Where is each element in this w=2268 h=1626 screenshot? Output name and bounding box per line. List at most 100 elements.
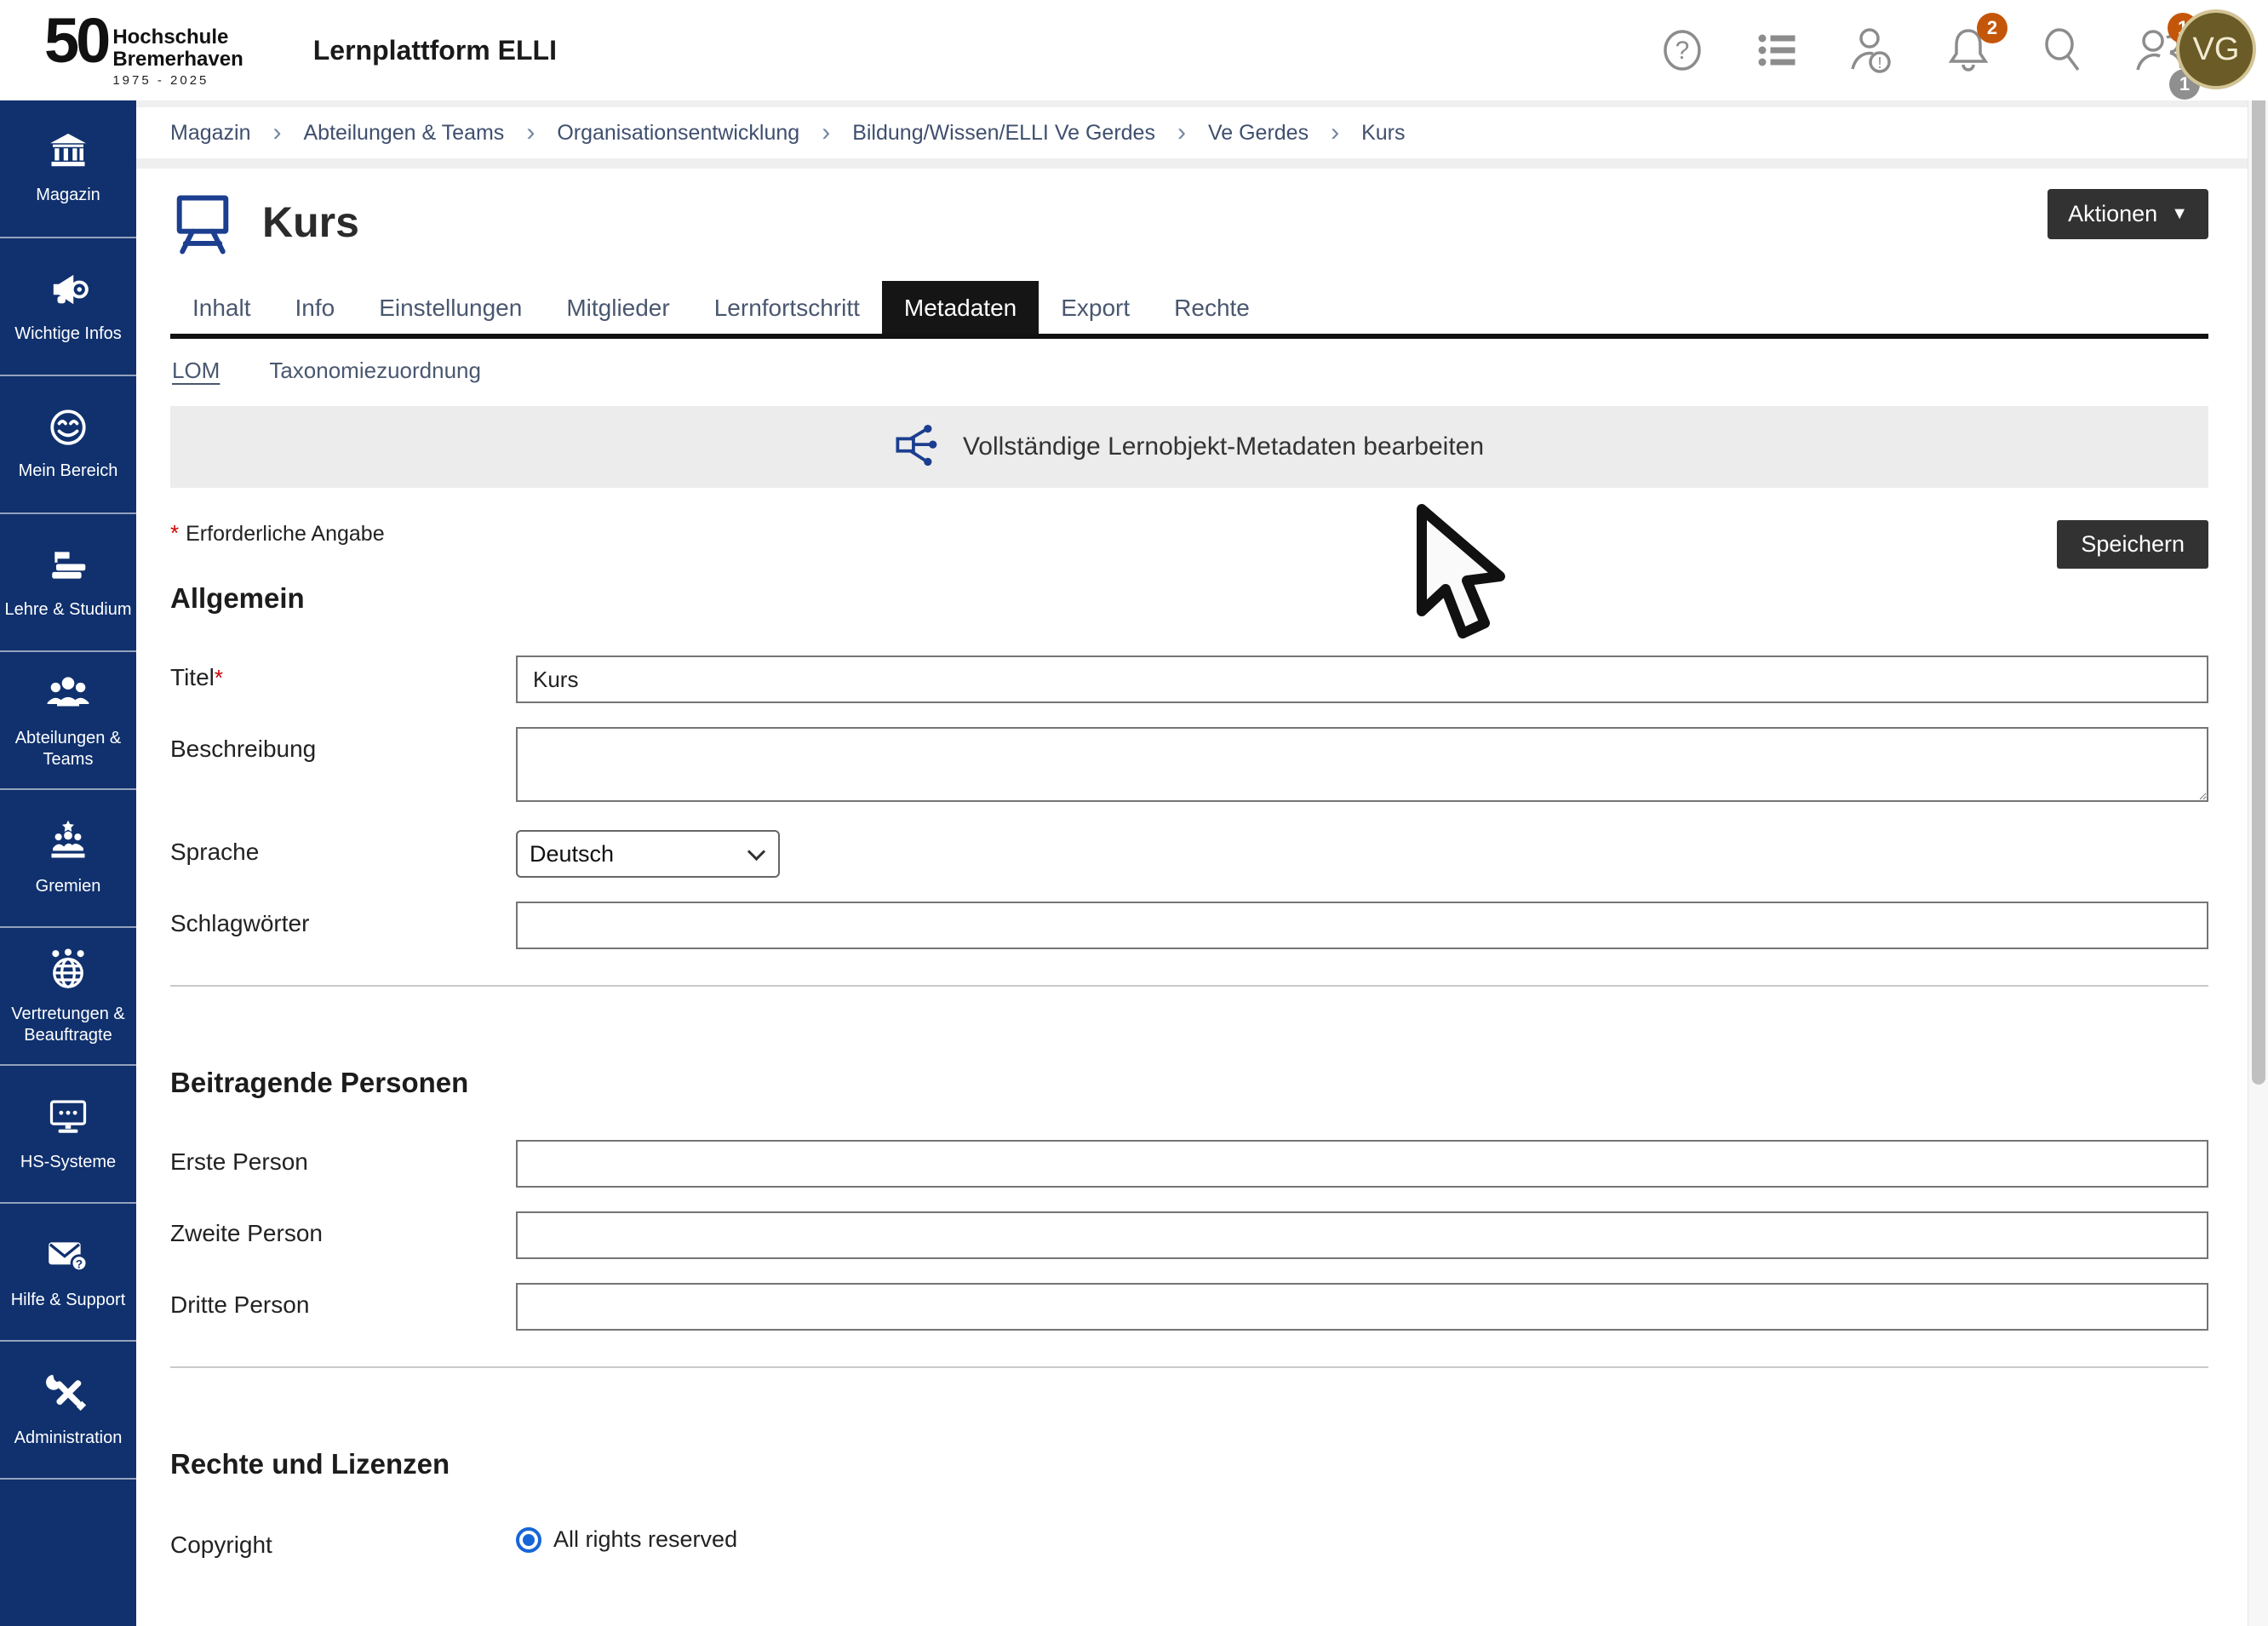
sidebar-item-mein-bereich[interactable]: Mein Bereich [0, 376, 136, 514]
course-board-icon [170, 190, 235, 255]
sidebar-item-label: Administration [14, 1428, 123, 1449]
notifications-bell-icon[interactable]: 2 [1941, 23, 1996, 77]
tools-icon [46, 1371, 90, 1419]
required-asterisk: * [170, 520, 179, 546]
page-title: Kurs [262, 198, 359, 247]
sidebar-item-administration[interactable]: Administration [0, 1342, 136, 1480]
megaphone-icon [47, 268, 89, 315]
scrollbar-track[interactable] [2248, 0, 2268, 1626]
sidebar-item-hilfe-support[interactable]: ? Hilfe & Support [0, 1204, 136, 1342]
breadcrumb-separator: › [273, 118, 282, 147]
svg-text:!: ! [1877, 54, 1881, 72]
tab-einstellungen[interactable]: Einstellungen [357, 281, 544, 334]
sidebar-item-label: Magazin [36, 185, 100, 206]
actions-button[interactable]: Aktionen ▼ [2048, 189, 2208, 239]
sidebar-item-label: Gremien [36, 876, 101, 897]
help-icon[interactable]: ? [1655, 23, 1710, 77]
building-icon [48, 131, 89, 176]
copyright-option-label: All rights reserved [553, 1526, 737, 1553]
tab-rechte[interactable]: Rechte [1152, 281, 1272, 334]
sidebar-item-hs-systeme[interactable]: HS-Systeme [0, 1066, 136, 1204]
language-field-label: Sprache [170, 830, 516, 878]
smiley-icon [48, 407, 89, 452]
sidebar-item-abteilungen-teams[interactable]: Abteilungen & Teams [0, 652, 136, 790]
sidebar-item-label: Mein Bereich [19, 461, 118, 482]
breadcrumb-item-kurs[interactable]: Kurs [1361, 121, 1405, 146]
sidebar-item-label: Vertretungen & Beauftragte [3, 1004, 133, 1046]
keywords-input[interactable] [516, 902, 2208, 949]
list-menu-icon[interactable] [1750, 23, 1805, 77]
section-divider [170, 1366, 2208, 1368]
radio-dot [523, 1534, 535, 1546]
language-select[interactable]: Deutsch [516, 830, 780, 878]
edit-full-metadata-banner[interactable]: Vollständige Lernobjekt-Metadaten bearbe… [170, 406, 2208, 488]
required-note-label: Erforderliche Angabe [186, 522, 384, 546]
title-input[interactable] [516, 656, 2208, 703]
second-person-input[interactable] [516, 1211, 2208, 1259]
sidebar-item-wichtige-infos[interactable]: Wichtige Infos [0, 238, 136, 376]
user-pending-icon[interactable]: ! [1846, 23, 1900, 77]
copyright-field-label: Copyright [170, 1523, 516, 1559]
caret-down-icon: ▼ [2171, 204, 2188, 224]
breadcrumb-item-abteilungen[interactable]: Abteilungen & Teams [304, 121, 505, 146]
sidebar-item-label: HS-Systeme [20, 1152, 116, 1173]
logo-name-line1: Hochschule [112, 26, 243, 48]
app-title: Lernplattform ELLI [313, 35, 557, 66]
description-textarea[interactable] [516, 727, 2208, 802]
breadcrumb-separator: › [526, 118, 535, 147]
tab-info[interactable]: Info [273, 281, 358, 334]
breadcrumb-item-ve-gerdes[interactable]: Ve Gerdes [1208, 121, 1309, 146]
tab-export[interactable]: Export [1039, 281, 1152, 334]
sidebar-item-label: Hilfe & Support [11, 1290, 126, 1311]
people-group-icon [46, 671, 90, 719]
section-heading-allgemein: Allgemein [170, 582, 2208, 615]
books-icon [47, 544, 89, 591]
required-note: * Erforderliche Angabe [170, 520, 385, 547]
tab-lernfortschritt[interactable]: Lernfortschritt [692, 281, 882, 334]
main-sidebar: Magazin Wichtige Infos [0, 100, 136, 1626]
avatar[interactable]: VG [2176, 9, 2256, 89]
description-field-label: Beschreibung [170, 727, 516, 806]
mail-question-icon: ? [46, 1233, 90, 1281]
logo-50: 50 [44, 13, 107, 70]
section-heading-beitragende: Beitragende Personen [170, 1067, 2208, 1099]
svg-text:?: ? [1675, 37, 1690, 65]
sidebar-item-vertretungen[interactable]: Vertretungen & Beauftragte [0, 928, 136, 1066]
breadcrumb-separator: › [822, 118, 830, 147]
subtab-lom[interactable]: LOM [172, 358, 220, 384]
breadcrumb-separator: › [1331, 118, 1339, 147]
notifications-badge: 2 [1977, 13, 2007, 43]
sidebar-item-lehre-studium[interactable]: Lehre & Studium [0, 514, 136, 652]
breadcrumb-item-bildung-wissen[interactable]: Bildung/Wissen/ELLI Ve Gerdes [852, 121, 1155, 146]
breadcrumb-item-organisationsentwicklung[interactable]: Organisationsentwicklung [557, 121, 799, 146]
logo-name-line2: Bremerhaven [112, 49, 243, 70]
banner-label: Vollständige Lernobjekt-Metadaten bearbe… [963, 432, 1484, 461]
keywords-field-label: Schlagwörter [170, 902, 516, 949]
third-person-input[interactable] [516, 1283, 2208, 1331]
first-person-input[interactable] [516, 1140, 2208, 1188]
section-divider [170, 985, 2208, 987]
sidebar-filler [0, 1480, 136, 1626]
sidebar-item-magazin[interactable]: Magazin [0, 100, 136, 238]
app-window: 50 Hochschule Bremerhaven 1975 - 2025 Le… [0, 0, 2268, 1626]
sidebar-item-gremien[interactable]: Gremien [0, 790, 136, 928]
save-button[interactable]: Speichern [2057, 520, 2208, 569]
monitor-password-icon [46, 1095, 90, 1143]
logo-years: 1975 - 2025 [112, 73, 243, 88]
subtab-taxonomiezuordnung[interactable]: Taxonomiezuordnung [269, 358, 481, 384]
tab-inhalt[interactable]: Inhalt [170, 281, 273, 334]
breadcrumb: Magazin › Abteilungen & Teams › Organisa… [136, 100, 2268, 169]
sidebar-item-label: Lehre & Studium [5, 599, 132, 621]
second-person-label: Zweite Person [170, 1211, 516, 1259]
scrollbar-thumb[interactable] [2252, 3, 2265, 1085]
sidebar-item-label: Abteilungen & Teams [3, 728, 133, 770]
university-logo[interactable]: 50 Hochschule Bremerhaven 1975 - 2025 [44, 13, 243, 87]
top-header: 50 Hochschule Bremerhaven 1975 - 2025 Le… [0, 0, 2268, 100]
tab-mitglieder[interactable]: Mitglieder [544, 281, 691, 334]
search-icon[interactable] [2036, 23, 2091, 77]
copyright-radio[interactable] [516, 1527, 541, 1553]
breadcrumb-separator: › [1177, 118, 1186, 147]
title-label-text: Titel [170, 664, 215, 690]
breadcrumb-item-magazin[interactable]: Magazin [170, 121, 251, 146]
tab-metadaten[interactable]: Metadaten [882, 281, 1039, 334]
